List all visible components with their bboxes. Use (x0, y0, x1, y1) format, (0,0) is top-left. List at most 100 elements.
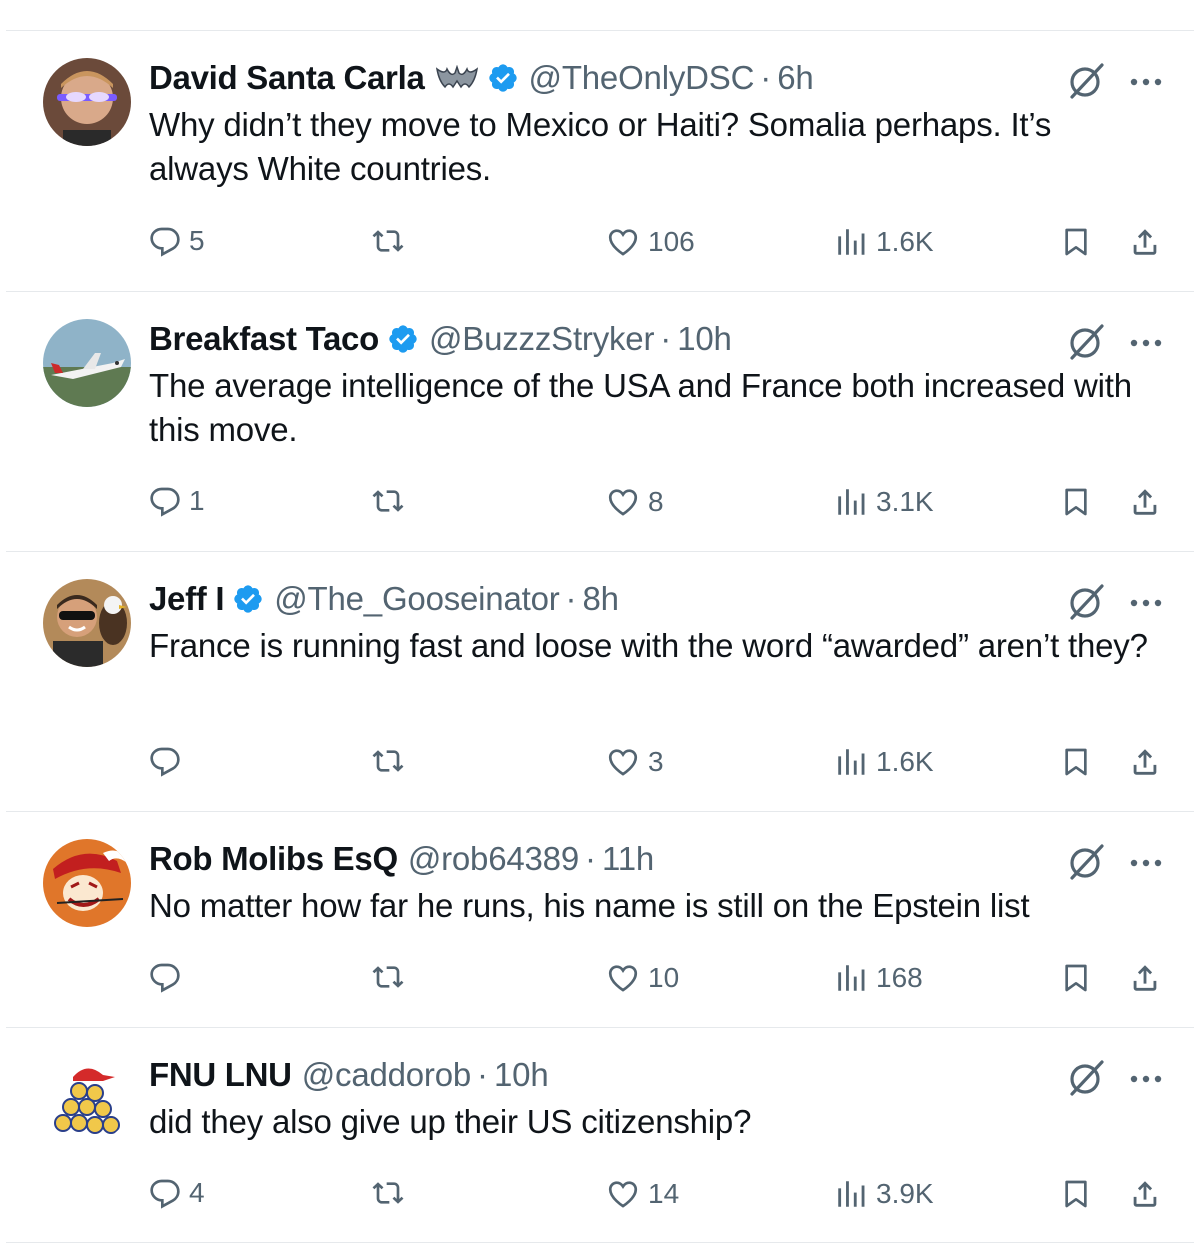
avatar[interactable] (43, 58, 131, 146)
retweet-button[interactable] (372, 1177, 412, 1209)
share-icon (1128, 745, 1162, 779)
tweet-header: FNU LNU @caddorob · 10h (149, 1054, 549, 1096)
grok-icon[interactable] (1066, 582, 1106, 622)
views-button[interactable]: 1.6K (834, 225, 934, 259)
replies-timeline: David Santa Carla @TheOnlyDSC · 6h Why d… (6, 30, 1194, 1243)
analytics-icon (834, 485, 868, 519)
timestamp[interactable]: 6h (777, 59, 814, 97)
view-count: 1.6K (876, 226, 934, 257)
reply-icon (149, 225, 181, 257)
reply-tweet[interactable]: David Santa Carla @TheOnlyDSC · 6h Why d… (6, 30, 1194, 291)
views-button[interactable]: 1.6K (834, 745, 934, 779)
more-options-icon[interactable] (1126, 596, 1166, 608)
bookmark-button[interactable] (1060, 961, 1092, 995)
tweet-header: Breakfast Taco @BuzzzStryker · 10h (149, 318, 732, 360)
avatar[interactable] (43, 579, 131, 667)
reply-button[interactable] (149, 745, 189, 777)
share-icon (1128, 485, 1162, 519)
verified-badge-icon (387, 323, 419, 355)
retweet-button[interactable] (372, 745, 412, 777)
tweet-text: France is running fast and loose with th… (149, 627, 1148, 664)
bookmark-button[interactable] (1060, 485, 1092, 519)
views-button[interactable]: 3.9K (834, 1177, 934, 1211)
like-button[interactable]: 106 (606, 225, 695, 259)
grok-icon[interactable] (1066, 322, 1106, 362)
retweet-button[interactable] (372, 961, 412, 993)
more-options-icon[interactable] (1126, 336, 1166, 348)
verified-badge-icon (487, 62, 519, 94)
reply-button[interactable] (149, 961, 189, 993)
more-options-icon[interactable] (1126, 1072, 1166, 1084)
like-count: 3 (648, 746, 664, 777)
share-button[interactable] (1128, 1177, 1162, 1211)
user-handle[interactable]: @BuzzzStryker (429, 320, 654, 358)
tweet-header: David Santa Carla @TheOnlyDSC · 6h (149, 57, 814, 99)
timestamp[interactable]: 11h (602, 840, 654, 878)
grok-icon[interactable] (1066, 61, 1106, 101)
retweet-icon (372, 485, 404, 517)
timestamp[interactable]: 8h (583, 580, 620, 618)
reply-button[interactable]: 4 (149, 1177, 205, 1209)
bookmark-icon (1060, 485, 1092, 519)
grok-icon[interactable] (1066, 842, 1106, 882)
like-button[interactable]: 8 (606, 485, 664, 519)
views-button[interactable]: 3.1K (834, 485, 934, 519)
views-button[interactable]: 168 (834, 961, 923, 995)
view-count: 168 (876, 962, 923, 993)
like-count: 8 (648, 486, 664, 517)
bookmark-button[interactable] (1060, 1177, 1092, 1211)
avatar[interactable] (43, 839, 131, 927)
reply-button[interactable]: 1 (149, 485, 205, 517)
view-count: 1.6K (876, 746, 934, 777)
display-name[interactable]: Breakfast Taco (149, 320, 379, 358)
reply-button[interactable]: 5 (149, 225, 205, 257)
bookmark-icon (1060, 225, 1092, 259)
reply-tweet[interactable]: Breakfast Taco @BuzzzStryker · 10h The a… (6, 291, 1194, 551)
user-handle[interactable]: @The_Gooseinator (274, 580, 559, 618)
more-options-icon[interactable] (1126, 856, 1166, 868)
separator-dot: · (477, 1056, 489, 1093)
grok-icon[interactable] (1066, 1058, 1106, 1098)
retweet-button[interactable] (372, 485, 412, 517)
retweet-button[interactable] (372, 225, 412, 257)
share-button[interactable] (1128, 485, 1162, 519)
display-name[interactable]: Rob Molibs EsQ (149, 840, 398, 878)
user-handle[interactable]: @rob64389 (408, 840, 579, 878)
user-handle[interactable]: @caddorob (302, 1056, 472, 1094)
display-name[interactable]: FNU LNU (149, 1056, 292, 1094)
reply-count: 1 (189, 485, 205, 516)
like-button[interactable]: 3 (606, 745, 664, 779)
like-count: 10 (648, 962, 680, 993)
share-button[interactable] (1128, 225, 1162, 259)
tweet-text: Why didn’t they move to Mexico or Haiti?… (149, 106, 1052, 187)
reply-icon (149, 485, 181, 517)
analytics-icon (834, 745, 868, 779)
like-button[interactable]: 14 (606, 1177, 679, 1211)
heart-icon (606, 745, 640, 779)
display-name[interactable]: Jeff I (149, 580, 225, 618)
reply-tweet[interactable]: Jeff I @The_Gooseinator · 8h France is r… (6, 551, 1194, 811)
share-button[interactable] (1128, 745, 1162, 779)
timestamp[interactable]: 10h (494, 1056, 549, 1094)
reply-tweet[interactable]: Rob Molibs EsQ @rob64389 · 11h No matter… (6, 811, 1194, 1027)
timestamp[interactable]: 10h (677, 320, 732, 358)
tweet-text: did they also give up their US citizensh… (149, 1103, 752, 1140)
like-button[interactable]: 10 (606, 961, 679, 995)
avatar[interactable] (43, 319, 131, 407)
user-handle[interactable]: @TheOnlyDSC (529, 59, 755, 97)
bookmark-button[interactable] (1060, 745, 1092, 779)
reply-icon (149, 1177, 181, 1209)
reply-count: 5 (189, 225, 205, 256)
share-button[interactable] (1128, 961, 1162, 995)
share-icon (1128, 1177, 1162, 1211)
view-count: 3.9K (876, 1178, 934, 1209)
avatar[interactable] (43, 1055, 131, 1143)
reply-tweet[interactable]: FNU LNU @caddorob · 10h did they also gi… (6, 1027, 1194, 1243)
share-icon (1128, 961, 1162, 995)
display-name[interactable]: David Santa Carla (149, 59, 425, 97)
share-icon (1128, 225, 1162, 259)
more-options-icon[interactable] (1126, 75, 1166, 87)
bookmark-button[interactable] (1060, 225, 1092, 259)
heart-icon (606, 1177, 640, 1211)
heart-icon (606, 485, 640, 519)
